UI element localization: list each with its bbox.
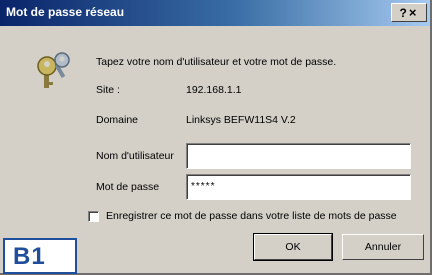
help-button[interactable]: ? × — [391, 3, 427, 22]
ok-button[interactable]: OK — [253, 233, 333, 261]
save-password-checkbox[interactable] — [88, 211, 99, 222]
username-field[interactable] — [186, 143, 411, 169]
password-field[interactable]: ***** — [186, 174, 411, 200]
cancel-button[interactable]: Annuler — [342, 234, 424, 260]
title-bar[interactable]: Mot de passe réseau ? × — [0, 0, 430, 26]
window-title: Mot de passe réseau — [6, 5, 125, 19]
password-value: ***** — [191, 181, 216, 192]
badge-label: B1 — [13, 243, 46, 270]
domain-value: Linksys BEFW11S4 V.2 — [186, 114, 296, 126]
close-icon: × — [408, 5, 417, 20]
help-icon: ? — [399, 5, 407, 20]
network-password-dialog: Mot de passe réseau ? × Tapez votre nom … — [0, 0, 432, 275]
password-label: Mot de passe — [96, 181, 160, 193]
prompt-text: Tapez votre nom d'utilisateur et votre m… — [96, 56, 337, 68]
save-password-label[interactable]: Enregistrer ce mot de passe dans votre l… — [106, 210, 397, 222]
site-value: 192.168.1.1 — [186, 84, 242, 96]
keys-icon — [37, 52, 70, 88]
username-label: Nom d'utilisateur — [96, 150, 174, 162]
domain-label: Domaine — [96, 114, 139, 126]
site-label: Site : — [96, 84, 120, 96]
figure-badge: B1 — [3, 238, 77, 274]
